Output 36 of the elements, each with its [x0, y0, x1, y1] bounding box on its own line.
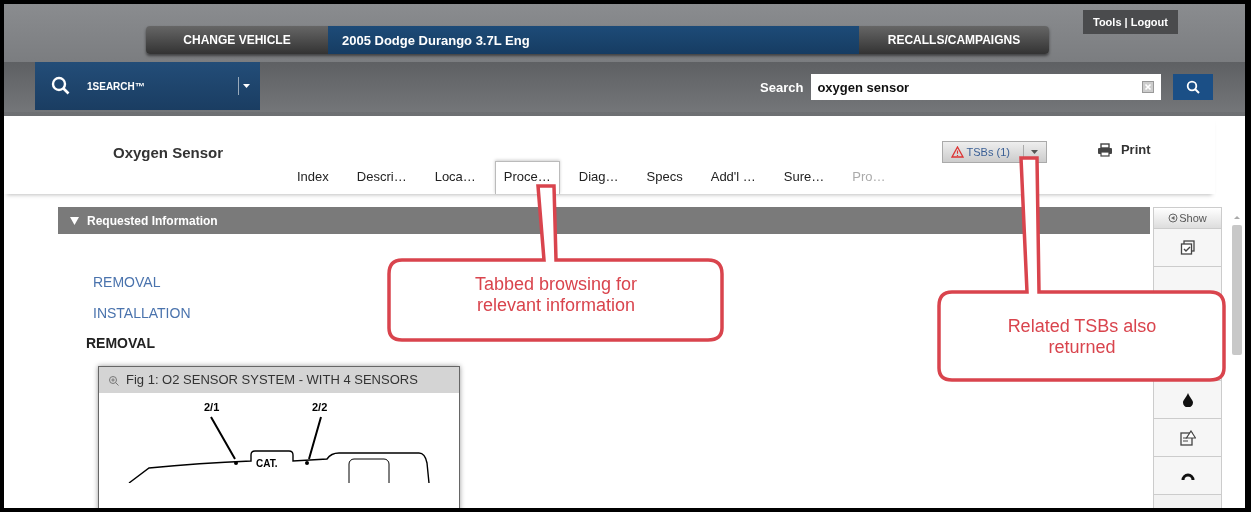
exhaust-diagram-drawing: 2/1 2/2 CAT.: [128, 401, 430, 483]
tab[interactable]: Sure…: [774, 161, 834, 194]
note-warning-icon: [1179, 429, 1196, 446]
section-link[interactable]: INSTALLATION: [93, 305, 191, 321]
recalls-campaigns-button[interactable]: RECALLS/CAMPAIGNS: [859, 26, 1049, 54]
tool-button[interactable]: [1154, 381, 1221, 419]
tab[interactable]: Index: [288, 161, 338, 194]
section-heading: REMOVAL: [86, 335, 155, 351]
caret-icon: [243, 84, 250, 88]
vehicle-name: 2005 Dodge Durango 3.7L Eng: [328, 26, 859, 54]
printer-icon: [1096, 142, 1113, 157]
figure-caption: Fig 1: O2 SENSOR SYSTEM - WITH 4 SENSORS: [99, 367, 459, 393]
callout-tooltip: Tabbed browsing for relevant information: [386, 184, 726, 344]
search-button[interactable]: [1173, 74, 1214, 100]
search-mode-selector[interactable]: 1SEARCH™: [35, 62, 260, 110]
search-field[interactable]: oxygen sensor: [811, 74, 1162, 100]
search-icon: [51, 76, 71, 96]
show-icon: [1168, 213, 1179, 223]
tools-logout-links[interactable]: Tools | Logout: [1083, 10, 1178, 34]
checklist-icon: [1179, 239, 1196, 256]
section-header[interactable]: Requested Information: [58, 207, 1150, 234]
caret-icon: [1031, 150, 1039, 154]
change-vehicle-button[interactable]: CHANGE VEHICLE: [146, 26, 328, 54]
section-link[interactable]: REMOVAL: [93, 274, 161, 290]
search-icon: [1186, 80, 1201, 94]
zoom-icon[interactable]: [108, 375, 120, 387]
search-label: Search: [760, 79, 804, 95]
show-button[interactable]: Show: [1154, 208, 1221, 229]
warning-icon: [950, 146, 964, 158]
print-button[interactable]: Print: [1096, 142, 1151, 157]
clear-icon[interactable]: [1142, 81, 1155, 93]
page-title: Oxygen Sensor: [113, 144, 225, 161]
tab[interactable]: Proce…: [494, 161, 560, 194]
tsb-button[interactable]: TSBs (1): [941, 141, 1047, 163]
drop-icon: [1182, 392, 1193, 407]
collapse-triangle-icon: [70, 216, 79, 225]
